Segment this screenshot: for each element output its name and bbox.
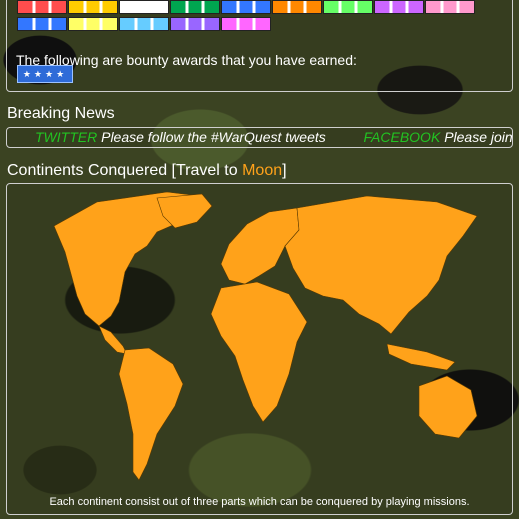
twitter-message: Please follow the #WarQuest tweets [101,129,326,145]
continents-title-label: Continents Conquered [ [7,162,176,179]
award-ribbon[interactable] [119,0,169,14]
award-ribbon[interactable] [425,0,475,14]
facebook-link[interactable]: FACEBOOK [364,129,441,145]
continent-africa[interactable] [210,281,308,423]
world-map [53,191,478,481]
news-ticker: TWITTER Please follow the #WarQuest twee… [6,127,513,148]
award-ribbon[interactable] [119,17,169,31]
facebook-message: Please join [444,129,513,145]
award-ribbon[interactable] [170,17,220,31]
breaking-news-title: Breaking News [7,105,115,122]
continent-asia[interactable] [284,195,478,335]
travel-label: Travel to [176,162,243,179]
moon-link[interactable]: Moon [242,162,282,179]
ribbon-row-1 [17,0,475,14]
award-ribbon[interactable] [68,0,118,14]
award-ribbon[interactable] [374,0,424,14]
ticker-content: TWITTER Please follow the #WarQuest twee… [35,129,513,145]
award-ribbon[interactable] [323,0,373,14]
continent-south-america[interactable] [118,347,184,481]
award-ribbon[interactable] [221,17,271,31]
twitter-link[interactable]: TWITTER [35,129,97,145]
award-ribbon[interactable] [272,0,322,14]
ribbon-row-2 [17,17,271,31]
continent-indonesia[interactable] [386,343,456,371]
award-ribbon[interactable] [17,17,67,31]
continent-australia[interactable] [418,375,478,439]
map-caption: Each continent consist out of three part… [49,496,470,508]
world-map-panel: Each continent consist out of three part… [6,183,513,515]
award-ribbon[interactable] [17,0,67,14]
continents-title: Continents Conquered [Travel to Moon] [7,162,287,180]
continent-central-america[interactable] [98,325,128,355]
award-ribbon[interactable] [170,0,220,14]
awards-panel: The following are bounty awards that you… [6,0,513,92]
bounty-award-badge[interactable]: ★★★★ [17,65,73,83]
award-ribbon[interactable] [68,17,118,31]
title-suffix: ] [282,162,287,179]
award-ribbon[interactable] [221,0,271,14]
